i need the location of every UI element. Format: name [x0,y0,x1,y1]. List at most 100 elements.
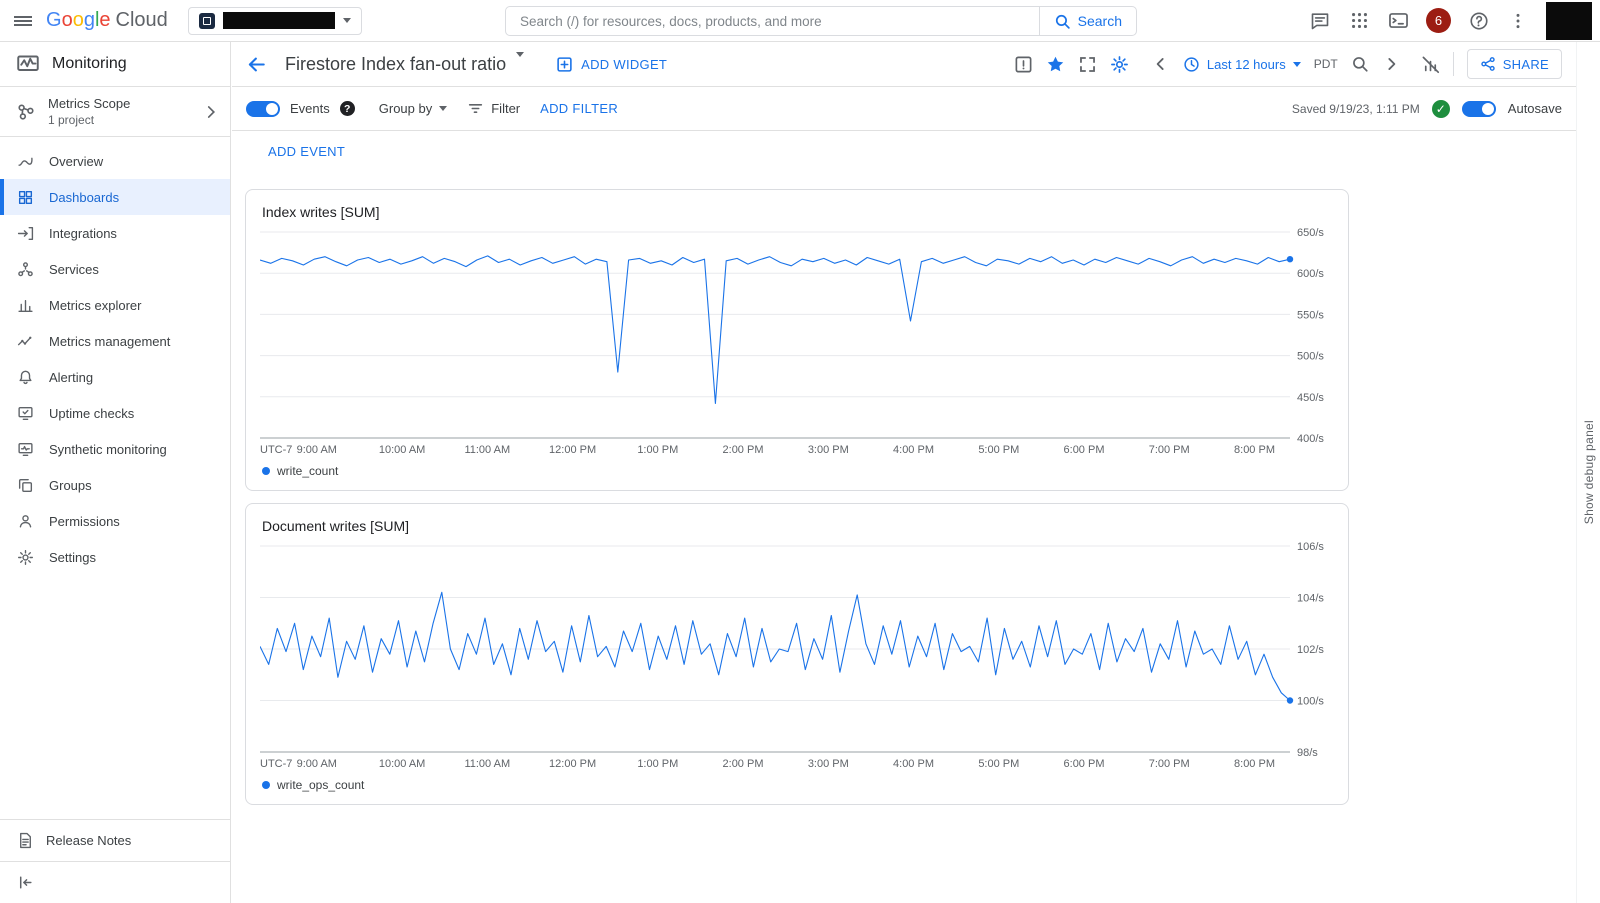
synthetic-monitoring-icon [17,441,34,458]
dashboard-info-icon[interactable] [1014,55,1033,74]
search-button[interactable]: Search [1039,7,1136,35]
add-widget-button[interactable]: ADD WIDGET [556,56,667,73]
sidebar-item-metrics-explorer[interactable]: Metrics explorer [0,287,230,323]
debug-panel-strip[interactable]: Show debug panel [1576,42,1600,903]
release-notes-label: Release Notes [46,833,131,848]
metrics-scope-selector[interactable]: Metrics Scope 1 project [0,87,230,137]
autosave-toggle[interactable] [1462,101,1496,117]
events-help-icon[interactable]: ? [340,101,355,116]
svg-text:11:00 AM: 11:00 AM [464,444,510,456]
star-icon[interactable] [1046,55,1065,74]
sidebar-item-dashboards[interactable]: Dashboards [0,179,230,215]
add-event-button[interactable]: ADD EVENT [268,144,345,159]
dashboard-toolbar: Events ? Group by Filter ADD FILTER Save… [232,87,1576,131]
add-filter-button[interactable]: ADD FILTER [540,101,618,116]
search-bar[interactable]: Search [505,6,1137,36]
chart-title: Index writes [SUM] [260,204,1334,226]
svg-text:1:00 PM: 1:00 PM [637,444,678,456]
group-by-dropdown[interactable]: Group by [379,101,447,116]
svg-text:10:00 AM: 10:00 AM [379,758,425,770]
menu-icon[interactable] [0,0,46,42]
svg-text:12:00 PM: 12:00 PM [549,758,596,770]
time-back-chevron-icon[interactable] [1152,55,1170,73]
apps-grid-icon[interactable] [1348,10,1370,32]
svg-text:2:00 PM: 2:00 PM [723,444,764,456]
svg-text:UTC-7: UTC-7 [260,444,292,456]
events-toggle[interactable] [246,101,280,117]
sidebar-item-settings[interactable]: Settings [0,539,230,575]
dashboards-icon [17,189,34,206]
avatar[interactable] [1546,2,1592,40]
document-writes-chart[interactable]: 106/s104/s102/s100/s98/sUTC-79:00 AM10:0… [260,540,1334,772]
back-arrow-icon[interactable] [246,54,267,75]
streaming-off-icon[interactable] [1421,55,1440,74]
sidebar-item-label: Services [49,262,99,277]
svg-text:100/s: 100/s [1297,696,1324,708]
metrics-scope-subtitle: 1 project [48,113,190,127]
chevron-down-icon [1293,62,1301,67]
alerting-icon [17,369,34,386]
fullscreen-icon[interactable] [1078,55,1097,74]
svg-text:9:00 AM: 9:00 AM [297,758,337,770]
sidebar-item-permissions[interactable]: Permissions [0,503,230,539]
more-vert-icon[interactable] [1507,10,1529,32]
svg-text:400/s: 400/s [1297,433,1324,445]
events-label: Events [290,101,330,116]
clock-icon [1183,56,1200,73]
sidebar-item-overview[interactable]: Overview [0,143,230,179]
sidebar-item-integrations[interactable]: Integrations [0,215,230,251]
sidebar-item-alerting[interactable]: Alerting [0,359,230,395]
search-input[interactable] [506,7,1039,35]
svg-text:500/s: 500/s [1297,351,1324,363]
add-widget-icon [556,56,573,73]
sidebar: Monitoring Metrics Scope 1 project Overv… [0,42,231,903]
collapse-sidebar-icon[interactable] [17,874,34,891]
sidebar-item-label: Metrics management [49,334,170,349]
svg-text:550/s: 550/s [1297,309,1324,321]
metrics-scope-title: Metrics Scope [48,96,190,111]
show-debug-panel-label[interactable]: Show debug panel [1582,420,1596,524]
google-cloud-logo[interactable]: Google Cloud [46,9,168,32]
legend-dot [262,467,270,475]
dashboard-title: Firestore Index fan-out ratio [285,54,506,75]
svg-text:11:00 AM: 11:00 AM [464,758,510,770]
feedback-icon[interactable] [1309,10,1331,32]
sidebar-item-services[interactable]: Services [0,251,230,287]
index-writes-card: Index writes [SUM] 650/s600/s550/s500/s4… [245,189,1349,491]
legend-dot [262,781,270,789]
svg-text:98/s: 98/s [1297,747,1318,759]
cloud-shell-icon[interactable] [1387,10,1409,32]
share-button[interactable]: SHARE [1467,49,1562,79]
filter-button[interactable]: Filter [467,100,520,117]
zoom-icon[interactable] [1351,55,1369,73]
project-name-redacted [223,12,335,29]
sidebar-item-label: Settings [49,550,96,565]
sidebar-item-uptime-checks[interactable]: Uptime checks [0,395,230,431]
legend-label: write_count [277,464,338,478]
svg-text:4:00 PM: 4:00 PM [893,758,934,770]
time-forward-chevron-icon[interactable] [1382,55,1400,73]
index-writes-chart[interactable]: 650/s600/s550/s500/s450/s400/sUTC-79:00 … [260,226,1334,458]
sidebar-item-groups[interactable]: Groups [0,467,230,503]
svg-text:2:00 PM: 2:00 PM [723,758,764,770]
saved-check-icon: ✓ [1432,100,1450,118]
help-icon[interactable] [1468,10,1490,32]
project-selector[interactable] [188,7,362,35]
sidebar-item-label: Metrics explorer [49,298,141,313]
dashboard-title-dropdown[interactable] [516,57,524,72]
sidebar-item-release-notes[interactable]: Release Notes [0,819,230,861]
notifications-badge[interactable]: 6 [1426,8,1451,33]
sidebar-item-synthetic-monitoring[interactable]: Synthetic monitoring [0,431,230,467]
svg-text:6:00 PM: 6:00 PM [1064,758,1105,770]
google-wordmark: Google [46,9,111,32]
gear-icon[interactable] [1110,55,1129,74]
time-range-selector[interactable]: Last 12 hours [1183,56,1301,73]
project-logo-icon [199,13,215,29]
sidebar-item-metrics-management[interactable]: Metrics management [0,323,230,359]
svg-text:7:00 PM: 7:00 PM [1149,444,1190,456]
release-notes-icon [17,832,34,849]
svg-text:8:00 PM: 8:00 PM [1234,758,1275,770]
monitoring-logo-icon [16,52,40,76]
sidebar-item-label: Dashboards [49,190,119,205]
document-writes-card: Document writes [SUM] 106/s104/s102/s100… [245,503,1349,805]
